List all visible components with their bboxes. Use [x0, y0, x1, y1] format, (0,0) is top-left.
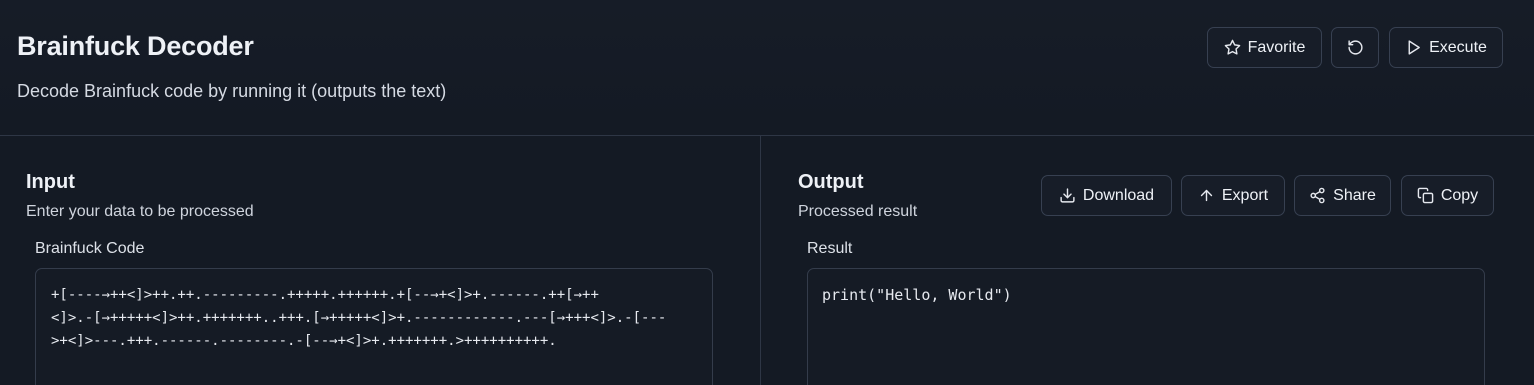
export-button[interactable]: Export: [1181, 175, 1285, 216]
share-button[interactable]: Share: [1294, 175, 1391, 216]
input-title: Input: [26, 171, 75, 193]
favorite-button[interactable]: Favorite: [1207, 27, 1322, 68]
copy-label: Copy: [1440, 186, 1479, 204]
play-icon: [1408, 40, 1420, 55]
share-icon: [1310, 187, 1325, 204]
download-button[interactable]: Download: [1041, 175, 1172, 216]
result-text: print("Hello, World"): [822, 286, 1012, 304]
code-line: >+<]>---.+++.------.--------.-[--→+<]>+.…: [51, 333, 557, 349]
download-label: Download: [1082, 186, 1155, 204]
page-header: Brainfuck Decoder Decode Brainfuck code …: [0, 0, 1534, 136]
input-description: Enter your data to be processed: [26, 203, 254, 220]
reset-button[interactable]: [1331, 27, 1379, 68]
arrow-up-icon: [1200, 189, 1213, 202]
download-icon: [1060, 188, 1075, 203]
code-line: +[----→++<]>++.++.---------.+++++.++++++…: [51, 287, 599, 303]
page-title: Brainfuck Decoder: [17, 31, 254, 61]
rotate-ccw-icon: [1347, 40, 1363, 55]
favorite-label: Favorite: [1247, 38, 1306, 56]
copy-button[interactable]: Copy: [1401, 175, 1494, 216]
page-subtitle: Decode Brainfuck code by running it (out…: [17, 81, 447, 101]
output-description: Processed result: [798, 203, 918, 220]
brainfuck-code-input[interactable]: +[----→++<]>++.++.---------.+++++.++++++…: [35, 268, 713, 385]
code-field-label: Brainfuck Code: [35, 240, 145, 257]
star-icon: [1224, 39, 1240, 55]
output-title: Output: [798, 171, 864, 193]
export-label: Export: [1221, 186, 1269, 204]
result-field-label: Result: [807, 240, 853, 257]
share-label: Share: [1333, 186, 1376, 204]
execute-label: Execute: [1429, 38, 1487, 56]
execute-button[interactable]: Execute: [1389, 27, 1503, 68]
result-output[interactable]: print("Hello, World"): [807, 268, 1485, 385]
code-line: <]>.-[→+++++<]>++.+++++++..+++.[→+++++<]…: [51, 310, 667, 326]
panel-divider: [760, 136, 761, 385]
copy-icon: [1417, 187, 1434, 204]
